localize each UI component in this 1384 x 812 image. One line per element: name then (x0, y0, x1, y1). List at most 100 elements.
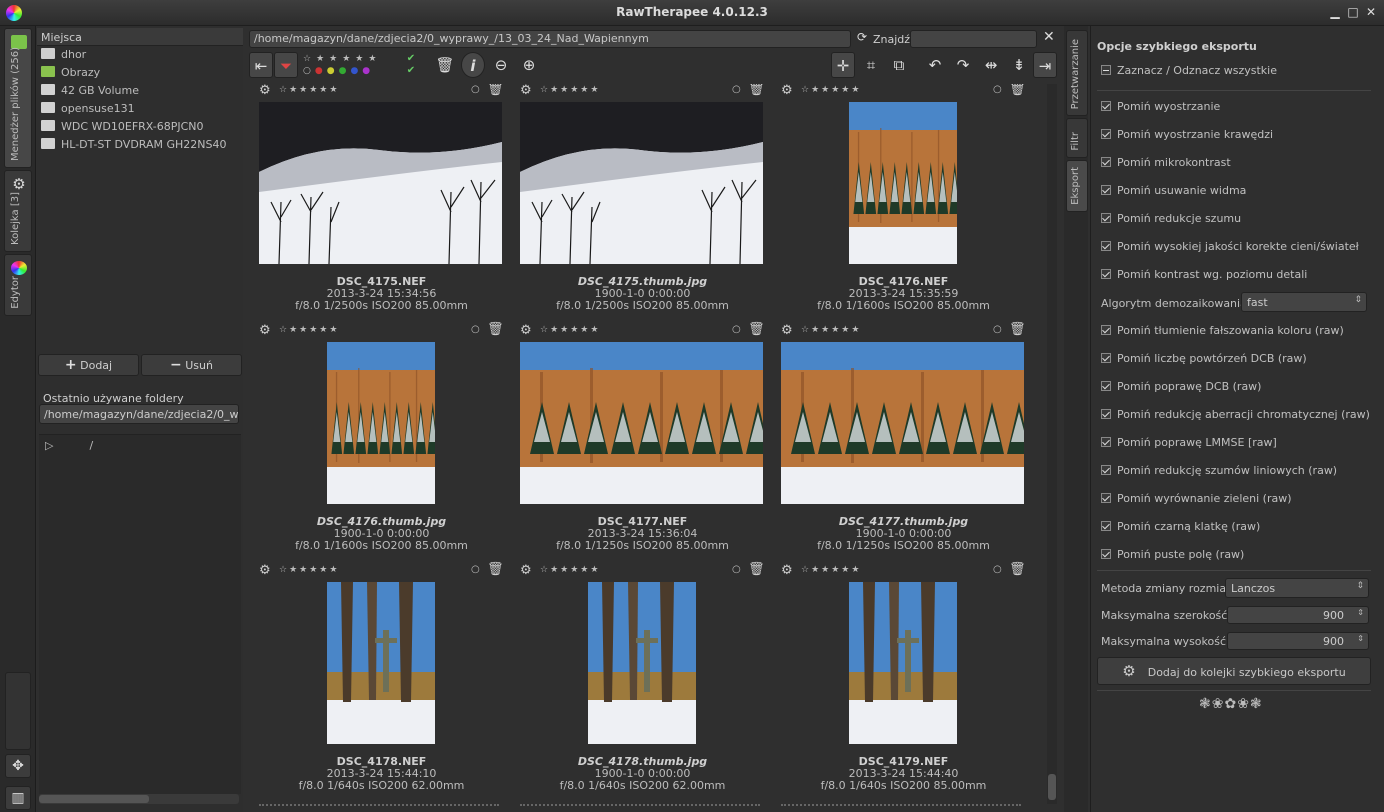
tab-filter[interactable]: Filtr (1066, 118, 1088, 158)
gears-icon[interactable]: ⚙ (781, 563, 793, 578)
gears-icon[interactable]: ⚙ (781, 323, 793, 338)
filmstrip-button[interactable]: ▥ (5, 786, 31, 810)
thumbnail-image[interactable] (848, 102, 960, 264)
flip-horizontal-icon[interactable]: ⇹ (979, 52, 1003, 78)
zoom-out-icon[interactable]: ⊖ (489, 52, 513, 78)
raw-option-checkbox[interactable]: Pomiń tłumienie fałszowania koloru (raw) (1101, 324, 1344, 338)
thumbnail-image[interactable] (259, 102, 502, 265)
color-label-icon[interactable]: ○ (993, 84, 1002, 95)
expander-icon[interactable]: ▷ (45, 439, 53, 452)
folder-tree-scrollbar[interactable] (39, 794, 239, 804)
option-checkbox[interactable]: Pomiń mikrokontrast (1101, 156, 1231, 170)
spin-arrows-icon[interactable]: ⇕ (1357, 608, 1364, 617)
resize-combo[interactable]: Lanczos ⇕ (1225, 578, 1369, 598)
raw-option-checkbox[interactable]: Pomiń wyrównanie zieleni (raw) (1101, 492, 1292, 506)
tab-queue[interactable]: ⚙ Kolejka [3] (4, 170, 32, 252)
minimize-icon[interactable]: ▁ (1328, 5, 1342, 19)
thumbnail-item[interactable]: ⚙ ☆★★★★★ ○ 🗑 DSC_4179.NEF 2013-3-24 15:44:40 f… (773, 562, 1034, 804)
raw-option-checkbox[interactable]: Pomiń puste polę (raw) (1101, 548, 1244, 562)
place-item-volume[interactable]: 42 GB Volume (37, 82, 243, 100)
hand-tool-icon[interactable]: ✛ (831, 52, 855, 78)
rating-stars[interactable]: ☆★★★★★ (279, 85, 339, 95)
rating-stars[interactable]: ☆★★★★★ (801, 85, 861, 95)
add-to-export-queue-button[interactable]: ⚙ Dodaj do kolejki szybkiego eksportu (1097, 657, 1371, 685)
toggle-all-checkbox[interactable]: Zaznacz / Odznacz wszystkie (1101, 64, 1277, 78)
rating-stars[interactable]: ☆★★★★★ (540, 565, 600, 575)
remove-place-button[interactable]: − Usuń (141, 354, 242, 376)
trash-filter-icon[interactable]: 🗑 (433, 52, 457, 78)
trash-icon[interactable]: 🗑 (1009, 84, 1026, 97)
color-label-icon[interactable]: ○ (471, 324, 480, 335)
color-label-icon[interactable]: ○ (993, 564, 1002, 575)
option-checkbox[interactable]: Pomiń kontrast wg. poziomu detali (1101, 268, 1307, 282)
scrollbar-thumb[interactable] (1048, 774, 1056, 800)
rating-stars[interactable]: ☆★★★★★ (279, 565, 339, 575)
tab-editor[interactable]: Edytor (4, 254, 32, 316)
gears-icon[interactable]: ⚙ (781, 84, 793, 98)
thumbnail-image[interactable] (326, 342, 438, 504)
flip-vertical-icon[interactable]: ⇟ (1007, 52, 1031, 78)
close-icon[interactable]: ✕ (1364, 5, 1378, 19)
trash-icon[interactable]: 🗑 (487, 322, 504, 337)
tab-processing[interactable]: Przetwarzanie (1066, 30, 1088, 116)
option-checkbox[interactable]: Pomiń redukcje szumu (1101, 212, 1241, 226)
color-label-icon[interactable]: ○ (993, 324, 1002, 335)
trash-icon[interactable]: 🗑 (748, 84, 765, 97)
tab-file-browser[interactable]: Menedżer plików (256) (4, 28, 32, 168)
thumbnail-item[interactable]: ⚙ ☆★★★★★ ○ 🗑 DSC_4175.NEF 2013-3-24 15:34:56 f… (251, 84, 512, 324)
trash-icon[interactable]: 🗑 (487, 84, 504, 97)
straighten-icon[interactable]: ⧉ (887, 52, 911, 78)
max-width-spinner[interactable]: 900 ⇕ (1227, 606, 1369, 624)
folder-tree[interactable]: ▷ / (39, 434, 241, 794)
option-checkbox[interactable]: Pomiń wysokiej jakości korekte cieni/świ… (1101, 240, 1359, 254)
raw-option-checkbox[interactable]: Pomiń redukcję aberracji chromatycznej (… (1101, 408, 1370, 422)
rotate-right-icon[interactable]: ↷ (951, 52, 975, 78)
edited-filter-icon[interactable]: ✔ ✔ (399, 53, 423, 79)
demosaic-combo[interactable]: fast ⇕ (1241, 292, 1367, 312)
thumbnail-scrollbar[interactable] (1047, 84, 1057, 804)
place-item-home[interactable]: dhor (37, 46, 243, 64)
raw-option-checkbox[interactable]: Pomiń redukcję szumów liniowych (raw) (1101, 464, 1337, 478)
thumbnail-image[interactable] (848, 582, 957, 744)
filter-icon[interactable]: ⏷ (274, 52, 298, 78)
trash-icon[interactable]: 🗑 (487, 562, 504, 577)
color-label-filter[interactable]: ○●●●●● (303, 66, 374, 76)
gears-icon[interactable]: ⚙ (520, 563, 532, 578)
thumbnail-image[interactable] (781, 342, 1031, 504)
hide-right-panel-button[interactable]: ⇥ (1033, 52, 1057, 78)
option-checkbox[interactable]: Pomiń wyostrzanie (1101, 100, 1220, 114)
maximize-icon[interactable]: □ (1346, 5, 1360, 19)
thumbnail-item[interactable]: ⚙ ☆★★★★★ ○ 🗑 DSC_4178.thumb.jpg 1900-1-0 0:00… (512, 562, 773, 804)
color-label-icon[interactable]: ○ (732, 564, 741, 575)
thumbnail-item[interactable]: ⚙ ☆★★★★★ ○ 🗑 DSC_4175.thumb.jpg 1900-1-0 0:00… (512, 84, 773, 324)
zoom-in-icon[interactable]: ⊕ (517, 52, 541, 78)
thumbnail-item[interactable]: ⚙ ☆★★★★★ ○ 🗑 DSC_4176.NEF 2013-3-24 15:35:59 f… (773, 84, 1034, 324)
spin-arrows-icon[interactable]: ⇕ (1357, 634, 1364, 643)
path-entry[interactable]: /home/magazyn/dane/zdjecia2/0_wyprawy_/1… (249, 30, 851, 48)
rating-filter-stars[interactable]: ☆★★★★★ (303, 54, 381, 64)
color-label-icon[interactable]: ○ (732, 84, 741, 95)
thumbnail-image[interactable] (520, 102, 763, 265)
raw-option-checkbox[interactable]: Pomiń poprawę LMMSE [raw] (1101, 436, 1277, 450)
hide-left-panel-button[interactable]: ⇤ (249, 52, 273, 78)
trash-icon[interactable]: 🗑 (1009, 562, 1026, 577)
thumbnail-image[interactable] (326, 582, 435, 744)
rating-stars[interactable]: ☆★★★★★ (801, 565, 861, 575)
place-item-dvd[interactable]: HL-DT-ST DVDRAM GH22NS40 (37, 136, 243, 154)
gears-icon[interactable]: ⚙ (259, 84, 271, 98)
rating-stars[interactable]: ☆★★★★★ (279, 325, 339, 335)
trash-icon[interactable]: 🗑 (1009, 322, 1026, 337)
gears-icon[interactable]: ⚙ (259, 323, 271, 338)
tab-export[interactable]: Eksport (1066, 160, 1088, 212)
thumbnail-image[interactable] (587, 582, 696, 744)
raw-option-checkbox[interactable]: Pomiń czarną klatkę (raw) (1101, 520, 1260, 534)
clear-find-icon[interactable]: ✕ (1043, 29, 1055, 45)
find-input[interactable] (910, 30, 1037, 48)
recent-folders-combo[interactable]: /home/magazyn/dane/zdjecia2/0_wy (39, 404, 239, 424)
option-checkbox[interactable]: Pomiń wyostrzanie krawędzi (1101, 128, 1273, 142)
thumbnail-item[interactable]: ⚙ ☆★★★★★ ○ 🗑 DSC_4177.thumb.jpg 1900-1-0 0:00… (773, 322, 1034, 564)
gears-icon[interactable]: ⚙ (520, 84, 532, 98)
color-label-icon[interactable]: ○ (471, 84, 480, 95)
rating-stars[interactable]: ☆★★★★★ (801, 325, 861, 335)
place-item-wdc[interactable]: WDC WD10EFRX-68PJCN0 (37, 118, 243, 136)
